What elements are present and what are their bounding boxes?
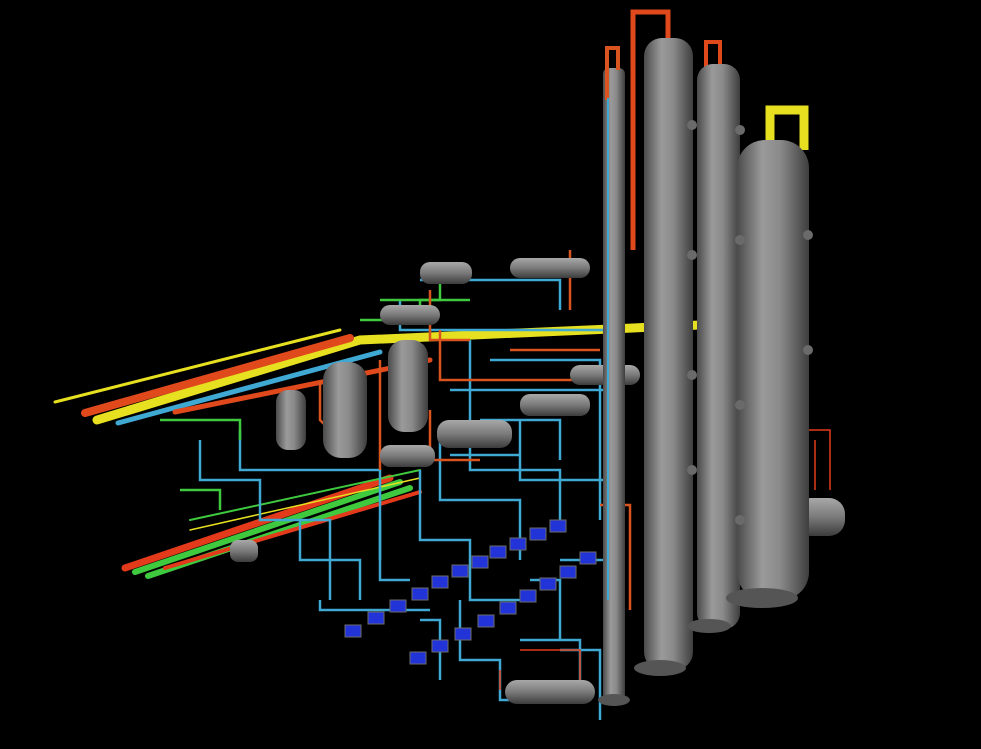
distillation-column: [726, 105, 809, 608]
3d-plant-viewport[interactable]: [0, 0, 981, 749]
distillation-column: [630, 9, 693, 676]
piping-plant-model: [53, 9, 845, 720]
distillation-column: [687, 40, 740, 633]
